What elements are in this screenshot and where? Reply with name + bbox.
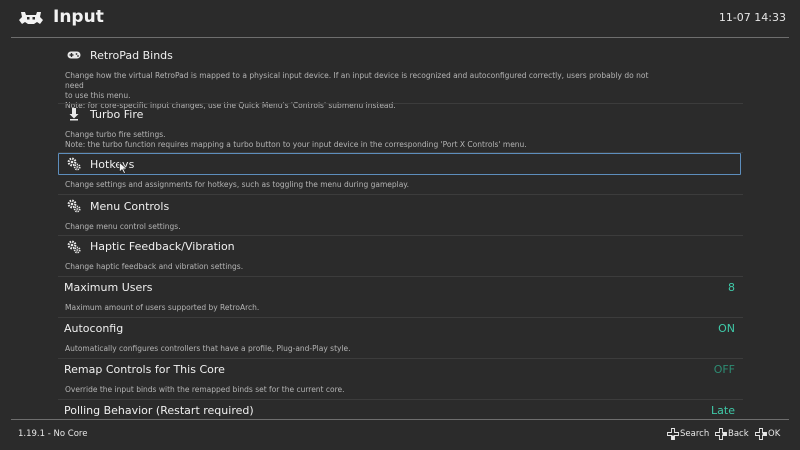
- menu-item-description: Change settings and assignments for hotk…: [65, 180, 410, 189]
- menu-item-description: Change haptic feedback and vibration set…: [65, 262, 244, 271]
- menu-item-label: Turbo Fire: [90, 108, 144, 121]
- menu-item-description: Change how the virtual RetroPad is mappe…: [65, 71, 649, 110]
- menu-item-label: Polling Behavior (Restart required): [64, 404, 254, 417]
- menu-item-label: Autoconfig: [64, 322, 124, 335]
- menu-item-label: RetroPad Binds: [90, 49, 173, 62]
- settings-list[interactable]: RetroPad Binds Change how the virtual Re…: [58, 44, 743, 418]
- ok-label: OK: [768, 429, 781, 439]
- dpad-ok-icon: [755, 428, 767, 440]
- menu-item-value: 8: [728, 281, 735, 294]
- selection-highlight: [58, 153, 741, 175]
- menu-item-label: Menu Controls: [90, 200, 170, 213]
- menu-item-description: Automatically configures controllers tha…: [65, 344, 351, 353]
- footer-divider: [11, 419, 789, 420]
- back-label: Back: [728, 429, 749, 439]
- header-bar: Input 11-07 14:33: [0, 0, 800, 36]
- mouse-cursor-icon: [119, 162, 128, 174]
- dpad-back-icon: [715, 428, 727, 440]
- page-title: Input: [53, 7, 104, 27]
- toggle-value-off[interactable]: OFF: [714, 363, 735, 376]
- retroarch-logo-icon: [19, 12, 43, 24]
- gamepad-icon: [67, 51, 81, 59]
- header-divider: [11, 37, 789, 38]
- clock: 11-07 14:33: [718, 11, 786, 24]
- search-label: Search: [680, 429, 710, 439]
- menu-item-label: Haptic Feedback/Vibration: [90, 240, 235, 253]
- dpad-search-icon: [667, 428, 679, 440]
- menu-item-value: Late: [711, 404, 735, 417]
- version-info: 1.19.1 - No Core: [18, 429, 88, 439]
- toggle-value-on[interactable]: ON: [718, 322, 735, 335]
- menu-item-label: Maximum Users: [64, 281, 153, 294]
- turbo-icon: [69, 108, 79, 121]
- menu-item-description: Change turbo fire settings. Note: the tu…: [65, 130, 527, 149]
- menu-item-description: Override the input binds with the remapp…: [65, 385, 345, 394]
- gears-icon: [67, 199, 81, 213]
- menu-item-description: Maximum amount of users supported by Ret…: [65, 303, 260, 312]
- menu-item-description: Change menu control settings.: [65, 222, 181, 231]
- menu-item-label: Remap Controls for This Core: [64, 363, 225, 376]
- gears-icon: [67, 240, 81, 254]
